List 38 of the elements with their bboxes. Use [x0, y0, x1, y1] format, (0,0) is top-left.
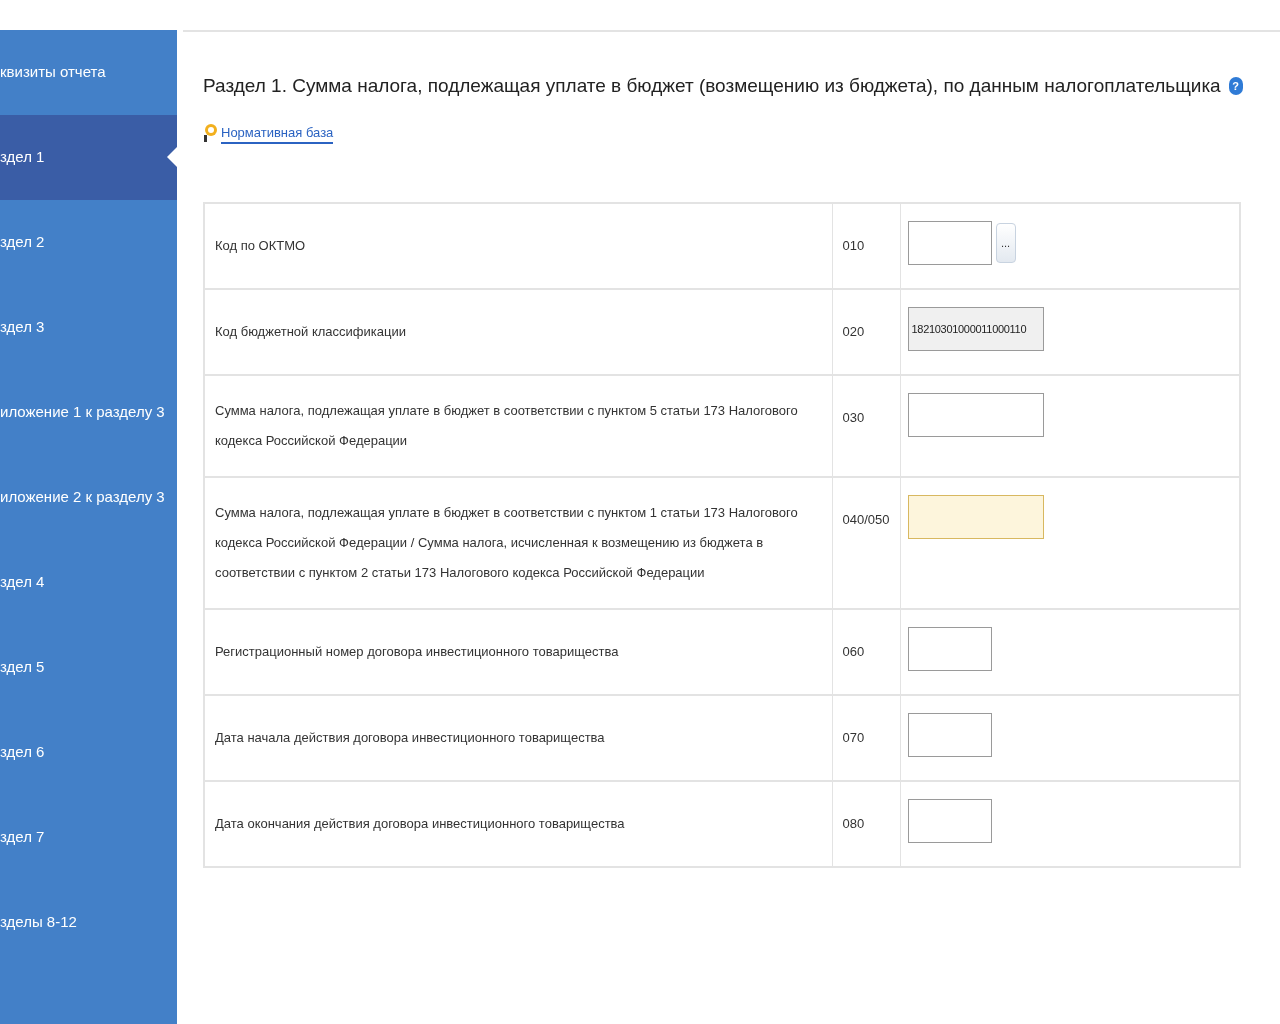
input-field[interactable]: [907, 221, 992, 265]
sidebar-item[interactable]: здел 1: [0, 115, 177, 200]
sidebar-item[interactable]: квизиты отчета: [0, 30, 177, 115]
row-label: Сумма налога, подлежащая уплате в бюджет в соответствии с пунктом 5 статьи 173 Налогового кодекса Российской Федерации: [204, 375, 832, 477]
row-label: Дата начала действия договора инвестиционного товарищества: [204, 695, 832, 781]
input-field[interactable]: 18210301000011000110: [907, 307, 1044, 351]
reference-link[interactable]: Нормативная база: [221, 122, 334, 144]
sidebar-item[interactable]: здел 4: [0, 540, 177, 625]
input-field[interactable]: [907, 713, 992, 757]
row-label: Код бюджетной классификации: [204, 289, 832, 375]
line-code: 010: [832, 203, 900, 289]
line-code: 070: [832, 695, 900, 781]
row-label: Дата окончания действия договора инвестиционного товарищества: [204, 781, 832, 867]
input-field[interactable]: [907, 627, 992, 671]
magnifier-icon: [203, 123, 217, 144]
sidebar-item[interactable]: иложение 1 к разделу 3: [0, 370, 177, 455]
sidebar-item[interactable]: здел 2: [0, 200, 177, 285]
sidebar-item[interactable]: здел 6: [0, 710, 177, 795]
line-code: 080: [832, 781, 900, 867]
input-field[interactable]: [907, 495, 1044, 539]
line-code: 040/050: [832, 477, 900, 609]
sidebar-item[interactable]: здел 3: [0, 285, 177, 370]
input-field[interactable]: [907, 393, 1044, 437]
line-code: 030: [832, 375, 900, 477]
sidebar-item[interactable]: зделы 8-12: [0, 880, 177, 965]
row-label: Код по ОКТМО: [204, 203, 832, 289]
help-icon[interactable]: ?: [1228, 77, 1243, 96]
pointer-icon: [167, 147, 177, 167]
line-code: 020: [832, 289, 900, 375]
line-code: 060: [832, 609, 900, 695]
sidebar-item[interactable]: иложение 2 к разделу 3: [0, 455, 177, 540]
section-title: Раздел 1. Сумма налога, подлежащая уплате в бюджет (возмещению из бюджета), по данным налогоплательщика: [203, 74, 1221, 98]
row-label: Регистрационный номер договора инвестиционного товарищества: [204, 609, 832, 695]
input-field[interactable]: [907, 799, 992, 843]
sidebar-item[interactable]: здел 7: [0, 795, 177, 880]
sidebar-item[interactable]: здел 5: [0, 625, 177, 710]
row-label: Сумма налога, подлежащая уплате в бюджет в соответствии с пунктом 1 статьи 173 Налогового кодекса Российской Федерации / Сумма налога, исчисленная к возмещению из бюджета в соответствии с пунктом 2 статьи 173 Налогового кодекса Российской Федерации: [204, 477, 832, 609]
lookup-button[interactable]: ...: [995, 223, 1016, 263]
